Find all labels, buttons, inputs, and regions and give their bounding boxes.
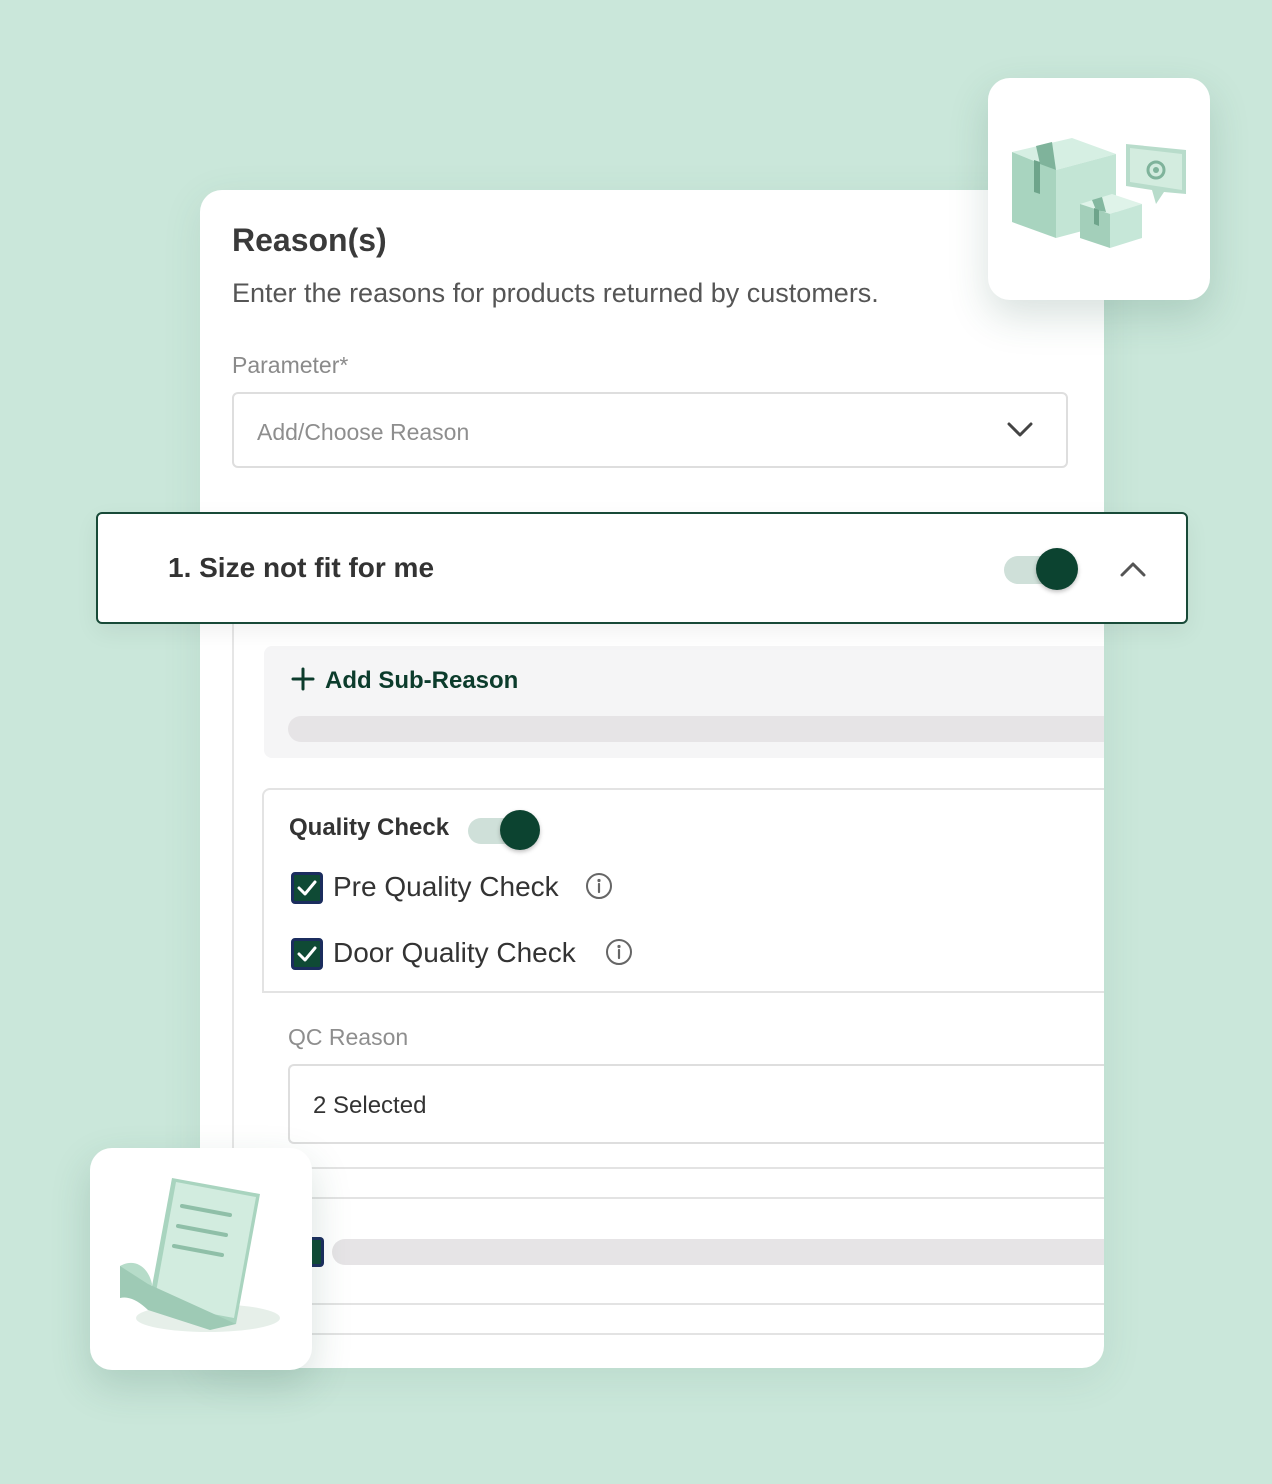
document-icon: [120, 1178, 280, 1332]
door-quality-check-option[interactable]: Door Quality Check: [291, 937, 671, 972]
quality-check-toggle[interactable]: [468, 810, 542, 850]
pre-quality-check-label: Pre Quality Check: [333, 871, 559, 902]
plus-icon: [291, 667, 315, 691]
placeholder-bar: [332, 1239, 1104, 1265]
qc-reason-value: 2 Selected: [313, 1092, 427, 1119]
reason-select[interactable]: Add/Choose Reason: [232, 392, 1068, 468]
document-illustration-tile: [90, 1148, 312, 1370]
sub-reason-placeholder-bar: [288, 716, 1104, 742]
checkmark-icon: [297, 946, 317, 962]
reason-toggle[interactable]: [1004, 548, 1080, 590]
add-sub-reason-button[interactable]: Add Sub-Reason: [325, 667, 518, 695]
qc-reason-label: QC Reason: [288, 1024, 409, 1050]
reason-label: 1. Size not fit for me: [168, 552, 435, 583]
chevron-down-icon: [1007, 422, 1033, 437]
reason-row[interactable]: 1. Size not fit for me: [96, 512, 1188, 624]
sub-reason-panel: Add Sub-Reason: [264, 646, 1104, 758]
pre-quality-check-option[interactable]: Pre Quality Check: [291, 871, 651, 906]
quality-check-section: Quality Check Pre Quality Check Door Qua…: [262, 788, 1104, 993]
divider: [234, 1197, 1104, 1199]
door-quality-check-checkbox[interactable]: [291, 938, 323, 970]
toggle-knob: [500, 810, 540, 850]
divider: [234, 1167, 1104, 1169]
checkmark-icon: [297, 880, 317, 896]
info-icon[interactable]: [605, 938, 633, 966]
door-quality-check-label: Door Quality Check: [333, 937, 576, 968]
parameter-label: Parameter*: [232, 352, 349, 378]
chevron-up-icon[interactable]: [1118, 558, 1148, 580]
toggle-knob: [1036, 548, 1078, 590]
divider: [234, 1333, 1104, 1335]
divider: [234, 1303, 1104, 1305]
quality-check-title: Quality Check: [289, 814, 450, 841]
boxes-illustration-tile: [988, 78, 1210, 300]
boxes-icon: [1012, 138, 1186, 248]
page-title: Reason(s): [232, 222, 387, 258]
reasons-card: Reason(s) Enter the reasons for products…: [200, 190, 1104, 1368]
reason-select-placeholder: Add/Choose Reason: [257, 419, 470, 445]
pre-quality-check-checkbox[interactable]: [291, 872, 323, 904]
info-icon[interactable]: [585, 872, 613, 900]
page-subtitle: Enter the reasons for products returned …: [232, 278, 879, 308]
qc-reason-select[interactable]: 2 Selected: [288, 1064, 1104, 1144]
